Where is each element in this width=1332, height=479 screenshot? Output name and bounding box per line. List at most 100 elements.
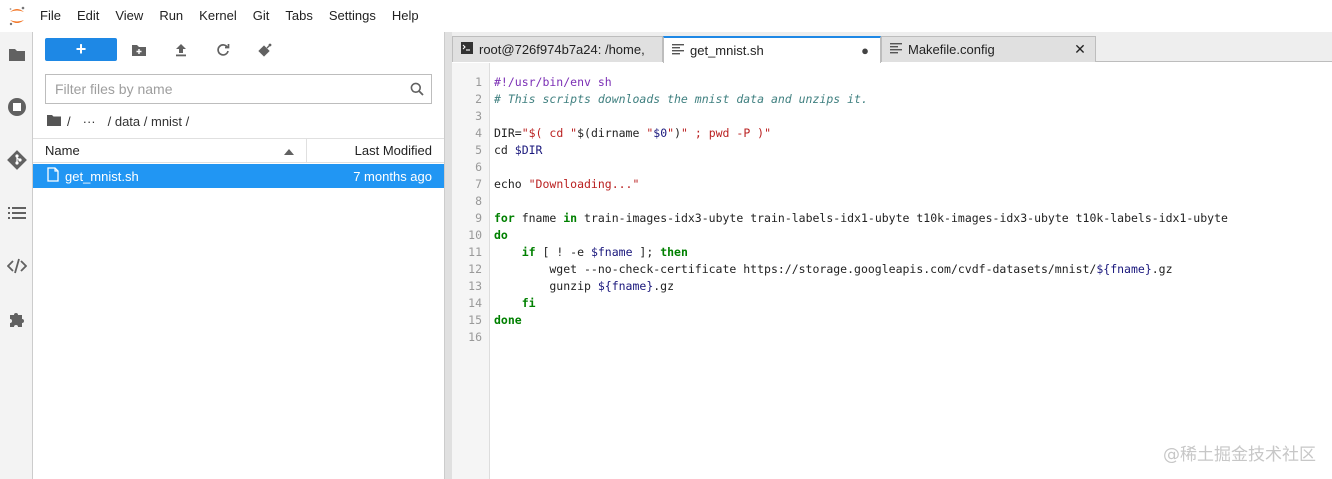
menu-tabs[interactable]: Tabs (277, 0, 320, 32)
menu-help[interactable]: Help (384, 0, 427, 32)
folder-icon[interactable] (0, 38, 33, 72)
code-line: 8 (452, 193, 1332, 210)
menu-run[interactable]: Run (151, 0, 191, 32)
tab-makefile-config-label: Makefile.config (908, 42, 995, 57)
line-number: 16 (468, 330, 482, 344)
line-number: 6 (475, 160, 482, 174)
line-number: 7 (475, 177, 482, 191)
line-number: 5 (475, 143, 482, 157)
line-number: 10 (468, 228, 482, 242)
code-line: 11 if [ ! -e $fname ]; then (452, 244, 1332, 261)
code-line: 4 DIR="$( cd "$(dirname "$0")" ; pwd -P )… (452, 125, 1332, 142)
code-line: 10 do (452, 227, 1332, 244)
tab-close-icon[interactable]: ✕ (1073, 41, 1087, 58)
jupyter-logo-icon (0, 0, 34, 32)
code-text: #!/usr/bin/env sh (494, 75, 612, 89)
file-name-cell: get_mnist.sh (33, 167, 353, 185)
name-column-header[interactable]: Name (33, 139, 307, 162)
tab-get-mnist[interactable]: get_mnist.sh ● (663, 36, 881, 63)
home-folder-icon[interactable] (47, 114, 61, 129)
code-text: gunzip ${fname}.gz (494, 279, 675, 293)
search-icon (403, 75, 431, 103)
code-line: 14 fi (452, 295, 1332, 312)
name-column-label: Name (45, 143, 80, 158)
table-of-contents-icon[interactable] (0, 196, 33, 230)
line-number: 1 (475, 75, 482, 89)
file-filter-search (45, 74, 432, 104)
code-line: 1 #!/usr/bin/env sh (452, 74, 1332, 91)
refresh-icon[interactable] (211, 38, 235, 62)
code-editor[interactable]: 1 #!/usr/bin/env sh 2 # This scripts downlo… (452, 63, 1332, 479)
code-line: 6 (452, 159, 1332, 176)
breadcrumb-separator: / (67, 113, 71, 129)
text-file-icon (890, 42, 902, 57)
line-number: 12 (468, 262, 482, 276)
breadcrumb: / ··· / data / mnist / (47, 112, 189, 130)
panel-splitter-handle[interactable] (444, 32, 452, 479)
git-clone-icon[interactable] (253, 38, 277, 62)
code-text: for fname in train-images-idx3-ubyte tra… (494, 211, 1228, 225)
line-number: 3 (475, 109, 482, 123)
git-icon[interactable] (0, 143, 33, 177)
file-list-item[interactable]: get_mnist.sh 7 months ago (33, 164, 444, 188)
code-text: if [ ! -e $fname ]; then (521, 245, 688, 259)
line-number: 15 (468, 313, 482, 327)
code-text: echo "Downloading..." (494, 177, 640, 191)
extension-puzzle-icon[interactable] (0, 302, 33, 336)
menu-view[interactable]: View (107, 0, 151, 32)
running-kernels-icon[interactable] (0, 90, 33, 124)
activity-bar (0, 32, 33, 479)
code-icon[interactable] (0, 249, 33, 283)
code-line: 3 (452, 108, 1332, 125)
last-modified-column-header[interactable]: Last Modified (307, 143, 444, 158)
tab-terminal[interactable]: root@726f974b7a24: /home, ✕ (452, 36, 663, 62)
code-line: 16 (452, 329, 1332, 346)
line-number: 14 (468, 296, 482, 310)
code-text: wget --no-check-certificate https://stor… (494, 262, 1173, 276)
code-line: 5 cd $DIR (452, 142, 1332, 159)
new-launcher-button[interactable]: + (45, 38, 117, 61)
line-number: 9 (475, 211, 482, 225)
file-icon (47, 167, 59, 185)
code-line: 15 done (452, 312, 1332, 329)
menu-kernel[interactable]: Kernel (191, 0, 245, 32)
breadcrumb-path[interactable]: / data / mnist / (108, 114, 190, 129)
file-filter-input[interactable] (46, 75, 403, 103)
line-number: 2 (475, 92, 482, 106)
code-line: 7 echo "Downloading..." (452, 176, 1332, 193)
menu-edit[interactable]: Edit (69, 0, 107, 32)
code-line: 9 for fname in train-images-idx3-ubyte tr… (452, 210, 1332, 227)
code-text: fi (521, 296, 536, 310)
sort-ascending-icon (284, 143, 294, 158)
unsaved-dot-icon[interactable]: ● (858, 43, 872, 58)
terminal-icon (461, 42, 473, 57)
code-lines: 1 #!/usr/bin/env sh 2 # This scripts downlo… (452, 74, 1332, 346)
file-name-label: get_mnist.sh (65, 168, 139, 184)
menu-settings[interactable]: Settings (321, 0, 384, 32)
line-number: 8 (475, 194, 482, 208)
watermark-text: @稀土掘金技术社区 (1163, 445, 1316, 465)
tab-terminal-label: root@726f974b7a24: /home, (479, 42, 645, 57)
menu-bar: File Edit View Run Kernel Git Tabs Setti… (0, 0, 1332, 32)
tab-makefile-config[interactable]: Makefile.config ✕ (881, 36, 1096, 62)
line-number: 4 (475, 126, 482, 140)
menu-file[interactable]: File (34, 0, 69, 32)
code-text: done (494, 313, 522, 327)
document-tab-bar: root@726f974b7a24: /home, ✕ get_mnist.sh… (452, 32, 1332, 63)
new-folder-icon[interactable] (127, 38, 151, 62)
tab-get-mnist-label: get_mnist.sh (690, 43, 764, 58)
code-text: do (494, 228, 508, 242)
code-line: 13 gunzip ${fname}.gz (452, 278, 1332, 295)
file-browser-toolbar: + (33, 32, 444, 70)
line-number: 13 (468, 279, 482, 293)
upload-icon[interactable] (169, 38, 193, 62)
breadcrumb-ellipsis[interactable]: ··· (77, 114, 102, 129)
code-line: 12 wget --no-check-certificate https://s… (452, 261, 1332, 278)
code-text: cd $DIR (494, 143, 543, 157)
code-text: DIR="$( cd "$(dirname "$0")" ; pwd -P )" (494, 126, 772, 140)
file-browser-panel: + / ··· / data / mnist / Name (33, 32, 444, 479)
code-text: # This scripts downloads the mnist data … (494, 92, 868, 106)
file-list-header: Name Last Modified (33, 138, 444, 163)
file-modified-label: 7 months ago (353, 168, 432, 184)
menu-git[interactable]: Git (245, 0, 278, 32)
